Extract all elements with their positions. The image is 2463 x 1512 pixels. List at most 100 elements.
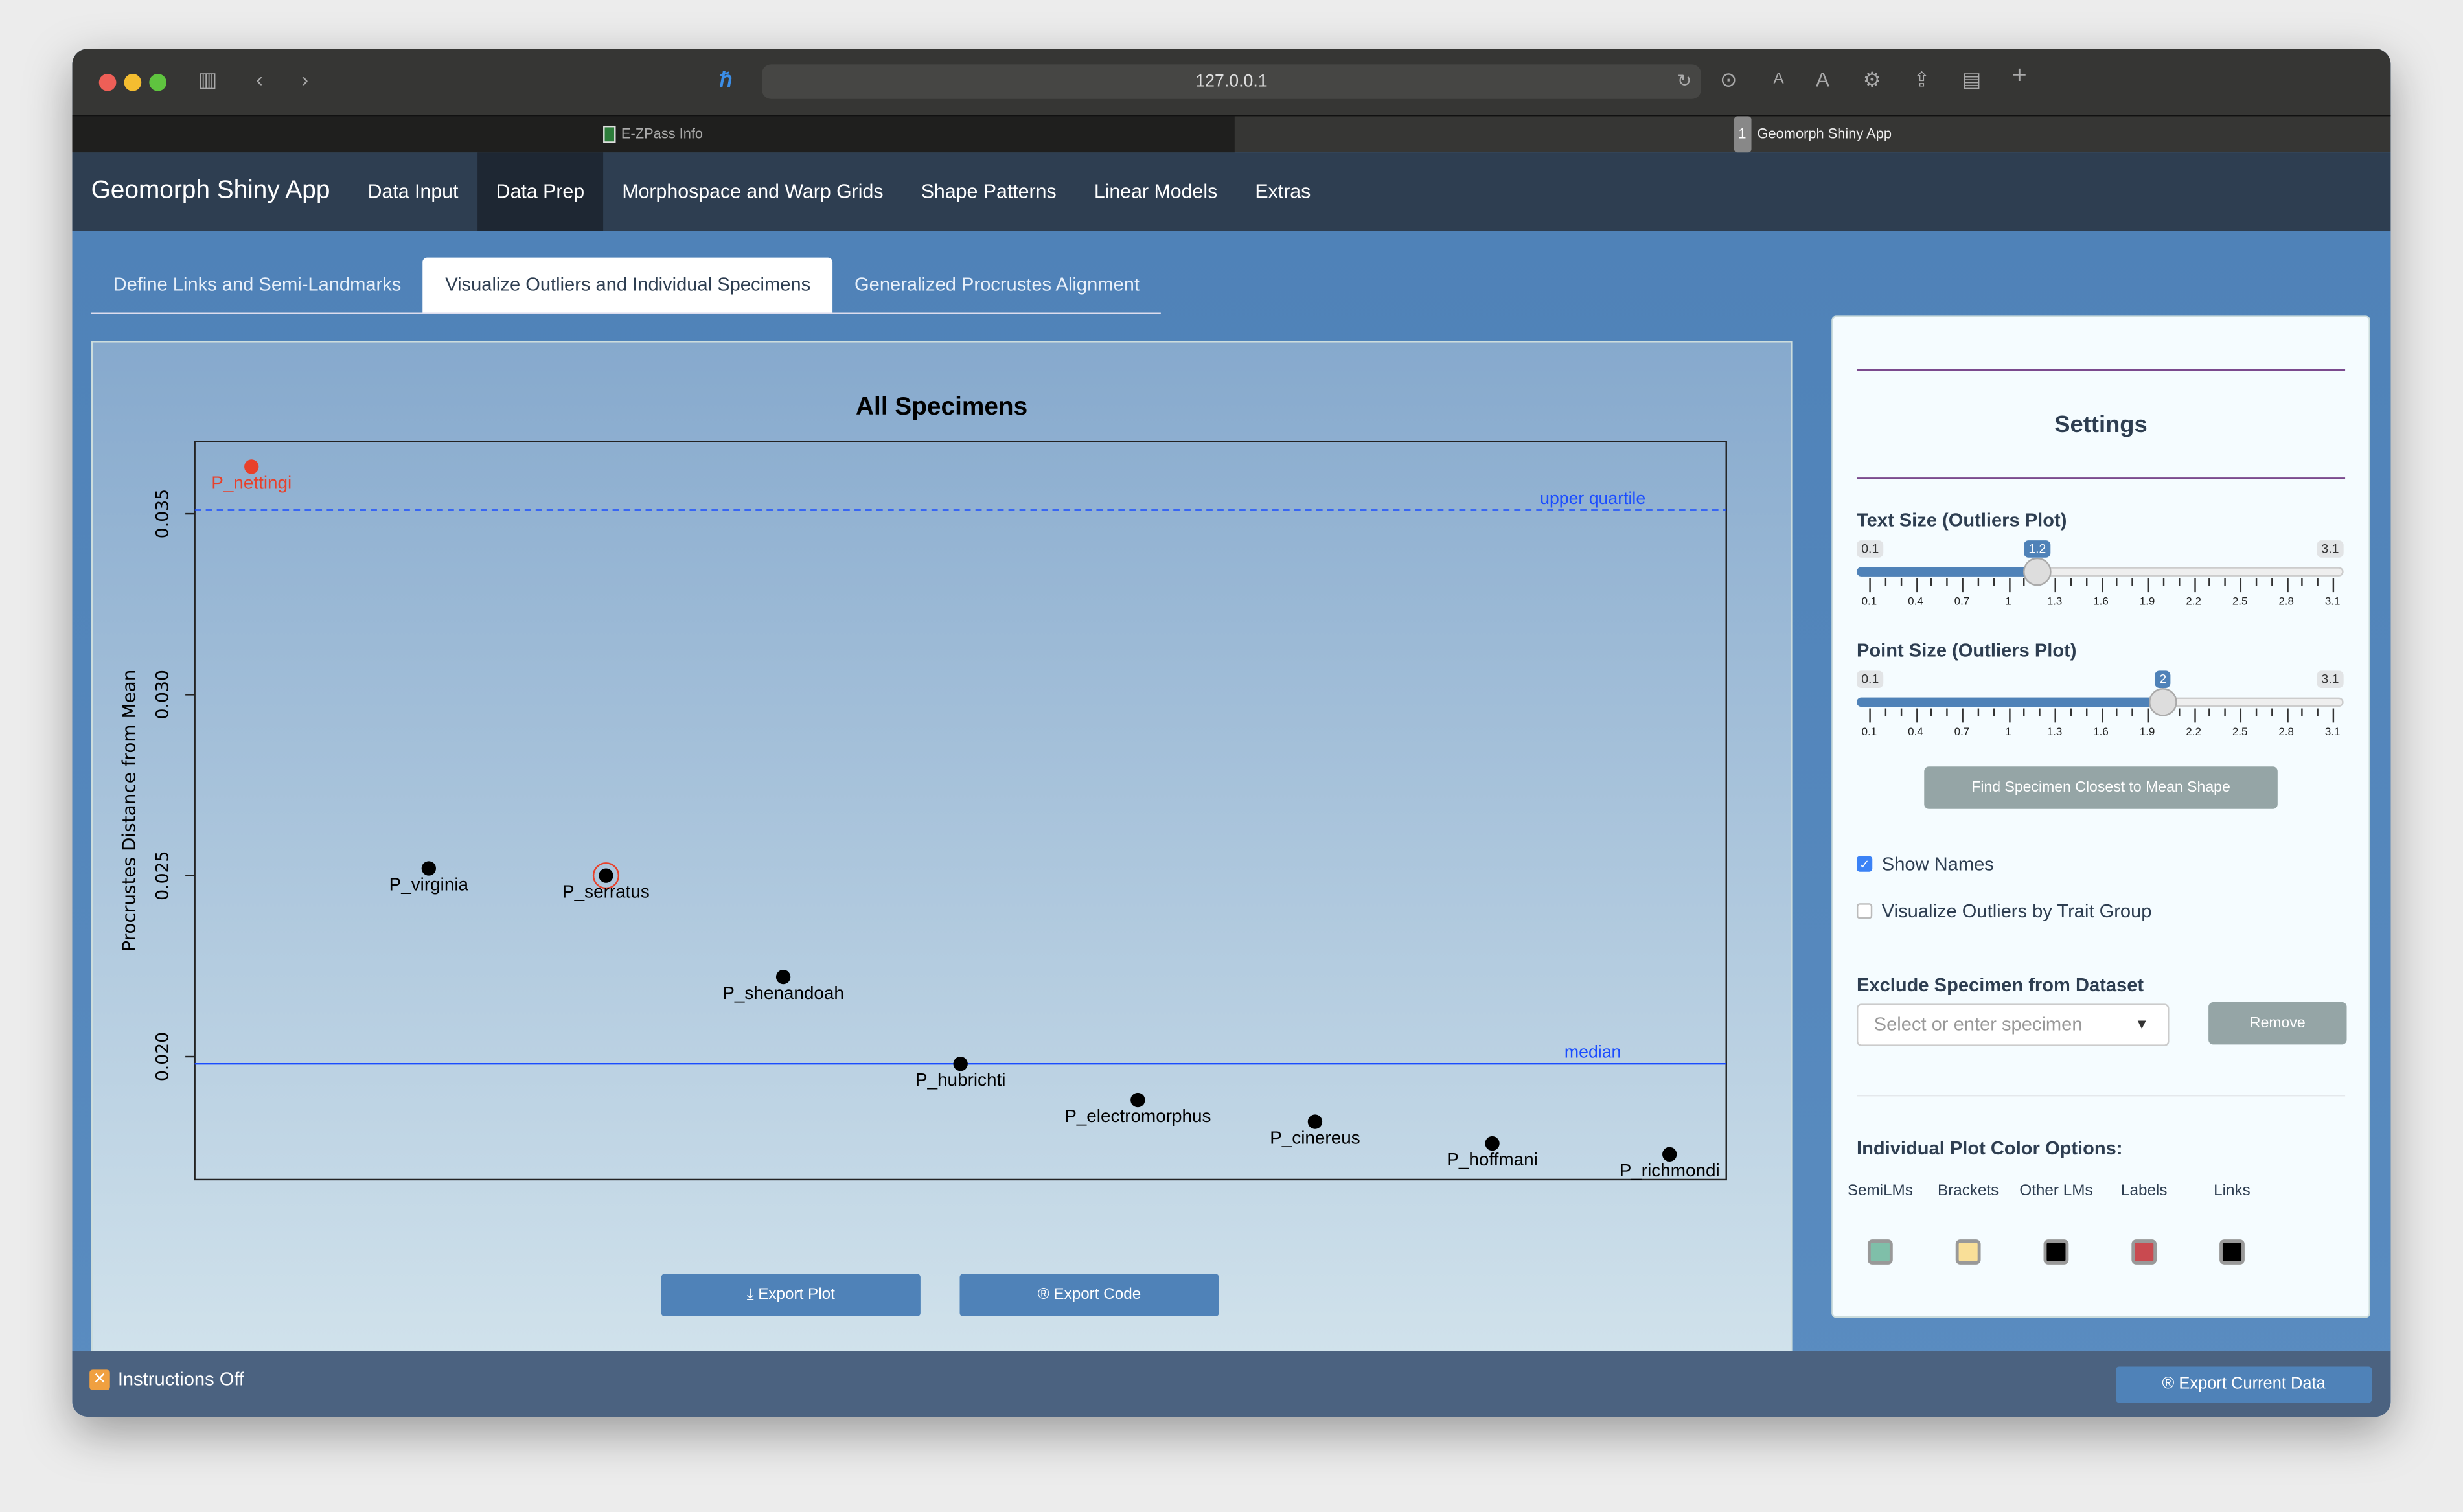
nav-shape-patterns[interactable]: Shape Patterns: [902, 152, 1075, 231]
slider-min: 0.1: [1856, 540, 1884, 558]
text-smaller-icon[interactable]: A: [1773, 71, 1783, 88]
browser-tab-ezpass[interactable]: E-ZPass Info: [72, 116, 1235, 153]
checkbox-unchecked-icon[interactable]: [1856, 903, 1873, 919]
nav-morphospace[interactable]: Morphospace and Warp Grids: [603, 152, 902, 231]
share-icon[interactable]: ⇪: [1913, 67, 1930, 93]
slider-tick-label: 1: [2005, 597, 2011, 608]
slider-tick: [2131, 578, 2134, 586]
color-swatch-other-lms[interactable]: [2043, 1239, 2069, 1265]
tab-badge: 1: [1734, 116, 1751, 153]
checkbox-checked-icon[interactable]: ✓: [1856, 856, 1873, 872]
reference-line-label: upper quartile: [1540, 488, 1645, 508]
color-swatch-semilms[interactable]: [1867, 1239, 1893, 1265]
slider-tick: [2054, 708, 2056, 723]
browser-tab-geomorph[interactable]: 1 Geomorph Shiny App: [1235, 116, 2391, 153]
checkbox-label: Show Names: [1881, 853, 1994, 875]
point-size-slider[interactable]: 0.1 3.1 2 0.1 0.4 0.7 1 1.3 1.6 1.9 2.2 2.5 2.8 3.1: [1856, 670, 2344, 749]
app-brand[interactable]: Geomorph Shiny App: [73, 178, 349, 206]
remove-button[interactable]: Remove: [2208, 1002, 2347, 1045]
instructions-toggle[interactable]: ✕ Instructions Off: [89, 1368, 244, 1390]
tab-define-links[interactable]: Define Links and Semi-Landmarks: [91, 258, 424, 313]
nav-data-input[interactable]: Data Input: [349, 152, 477, 231]
sidebar-icon[interactable]: ▥: [198, 67, 218, 93]
export-plot-button[interactable]: ⤓ Export Plot: [661, 1274, 921, 1316]
export-code-button[interactable]: ® Export Code: [959, 1274, 1219, 1316]
print-icon[interactable]: ▤: [1962, 67, 1981, 93]
new-tab-icon[interactable]: +: [2012, 63, 2027, 91]
browser-tabs: E-ZPass Info 1 Geomorph Shiny App: [72, 115, 2391, 153]
reload-icon[interactable]: ↻: [1677, 64, 1691, 98]
slider-tick: [1993, 578, 1995, 586]
data-point: [1485, 1136, 1500, 1151]
slider-tick: [2039, 708, 2041, 716]
slider-tick: [2194, 708, 2195, 723]
close-x-icon: ✕: [89, 1369, 110, 1390]
subtab-bar: Define Links and Semi-Landmarks Visualiz…: [91, 257, 1162, 314]
y-tick-label: 0.025: [152, 851, 172, 900]
nav-linear-models[interactable]: Linear Models: [1075, 152, 1237, 231]
text-larger-icon[interactable]: A: [1816, 67, 1829, 91]
slider-tick: [2008, 708, 2010, 723]
address-bar[interactable]: 127.0.0.1 ↻: [761, 64, 1701, 99]
nav-extras[interactable]: Extras: [1236, 152, 1329, 231]
extension-icon[interactable]: ℏ: [720, 67, 733, 93]
slider-tick: [2317, 578, 2319, 586]
tab-gpa[interactable]: Generalized Procrustes Alignment: [832, 258, 1162, 313]
slider-tick: [2162, 578, 2164, 586]
gear-icon[interactable]: ⚙: [1863, 67, 1881, 93]
url-text: 127.0.0.1: [1195, 72, 1268, 91]
slider-handle[interactable]: [2148, 688, 2177, 716]
trait-group-checkbox[interactable]: Visualize Outliers by Trait Group: [1856, 900, 2151, 922]
data-point: [953, 1057, 968, 1071]
specimen-select[interactable]: Select or enter specimen ▼: [1856, 1003, 2170, 1046]
slider-tick: [2317, 708, 2319, 716]
slider-tick: [2178, 708, 2180, 716]
export-current-data-button[interactable]: ® Export Current Data: [2116, 1366, 2372, 1403]
point-label: P_cinereus: [1270, 1128, 1360, 1148]
slider-tick: [2085, 578, 2087, 586]
forward-icon[interactable]: ›: [302, 67, 309, 91]
slider-tick: [1884, 708, 1886, 716]
tab-visualize-outliers[interactable]: Visualize Outliers and Individual Specim…: [423, 257, 833, 313]
tab-label: E-ZPass Info: [621, 125, 704, 142]
slider-tick: [2271, 708, 2273, 716]
close-window-button[interactable]: [98, 73, 117, 91]
slider-tick-label: 0.7: [1954, 727, 1970, 739]
color-swatch-brackets[interactable]: [1955, 1239, 1981, 1265]
main-content: Define Links and Semi-Landmarks Visualiz…: [72, 231, 2391, 1417]
slider-tick: [1915, 578, 1918, 593]
instructions-label: Instructions Off: [117, 1368, 245, 1390]
slider-tick: [2224, 578, 2227, 586]
slider-tick: [1962, 578, 1964, 593]
y-tick-label: 0.030: [152, 670, 172, 719]
slider-tick: [1869, 578, 1871, 593]
slider-tick: [2240, 578, 2242, 593]
point-label: P_serratus: [562, 882, 650, 902]
maximize-window-button[interactable]: [149, 73, 167, 91]
minimize-window-button[interactable]: [124, 73, 142, 91]
text-size-slider[interactable]: 0.1 3.1 1.2 0.1 0.4 0.7 1 1.3 1.6 1.9 2.2 2.5 2.8 3.1: [1856, 540, 2344, 619]
slider-tick: [2332, 578, 2335, 593]
slider-tick: [2240, 708, 2242, 723]
tab-label: Geomorph Shiny App: [1757, 125, 1892, 142]
data-point: [775, 969, 791, 985]
color-swatch-labels[interactable]: [2131, 1239, 2157, 1265]
slider-tick: [2224, 708, 2227, 716]
browser-window: ▥ ‹ › ℏ 127.0.0.1 ↻ ⊙ A A ⚙ ⇪ ▤ + E-ZPass…: [72, 49, 2391, 1417]
find-closest-specimen-button[interactable]: Find Specimen Closest to Mean Shape: [1924, 766, 2278, 809]
slider-tick: [1900, 708, 1902, 716]
nav-data-prep[interactable]: Data Prep: [477, 152, 604, 231]
show-names-checkbox[interactable]: ✓ Show Names: [1856, 853, 1994, 875]
slider-tick-label: 3.1: [2324, 597, 2341, 608]
download-icon[interactable]: ⊙: [1720, 67, 1737, 93]
color-swatch-links[interactable]: [2219, 1239, 2245, 1265]
slider-tick: [1884, 578, 1886, 586]
slider-tick: [2101, 708, 2103, 723]
ezpass-favicon-icon: [604, 126, 617, 143]
slider-handle[interactable]: [2023, 557, 2052, 586]
slider-tick: [2116, 578, 2118, 586]
slider-tick: [1915, 708, 1918, 723]
back-icon[interactable]: ‹: [256, 67, 263, 91]
slider-tick: [1962, 708, 1964, 723]
exclude-specimen-label: Exclude Specimen from Dataset: [1856, 974, 2144, 996]
